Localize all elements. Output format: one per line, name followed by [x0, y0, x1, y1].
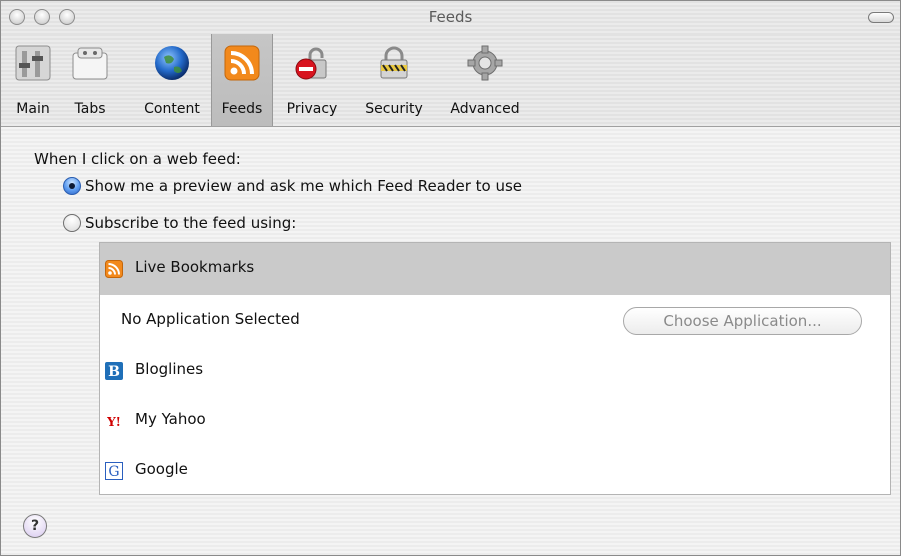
- svg-text:B: B: [108, 364, 120, 380]
- radio-subscribe-label: Subscribe to the feed using:: [85, 214, 297, 232]
- window-title: Feeds: [428, 8, 473, 26]
- radio-preview-label: Show me a preview and ask me which Feed …: [85, 177, 523, 195]
- tab-feeds-label: Feeds: [221, 101, 263, 117]
- google-icon: G: [105, 462, 123, 480]
- tab-advanced[interactable]: Advanced: [442, 34, 528, 126]
- switch-icon: [15, 45, 51, 81]
- tab-main-label: Main: [16, 101, 50, 117]
- list-item-no-application[interactable]: No Application Selected Choose Applicati…: [100, 295, 890, 345]
- list-item-bloglines[interactable]: B Bloglines: [100, 345, 890, 395]
- yahoo-icon: Y!: [106, 415, 121, 429]
- svg-text:Y!: Y!: [106, 415, 121, 429]
- tab-tabs-label: Tabs: [74, 101, 106, 117]
- preferences-toolbar: Main Tabs Content Feeds Privacy Security…: [1, 34, 900, 127]
- list-item-live-bookmarks[interactable]: Live Bookmarks: [100, 243, 890, 295]
- bloglines-icon: B: [105, 362, 123, 380]
- help-button[interactable]: ?: [23, 514, 47, 538]
- list-item-google[interactable]: G Google: [100, 445, 890, 495]
- help-question-icon: ?: [30, 518, 40, 534]
- toolbar-toggle-button[interactable]: [868, 12, 894, 23]
- rss-icon: [105, 260, 123, 278]
- preferences-window: Feeds Main Tabs Content Feeds Privacy Se…: [0, 0, 901, 556]
- list-item-label: Google: [135, 460, 188, 478]
- globe-icon: [155, 46, 189, 80]
- feeds-pane: When I click on a web feed: Show me a pr…: [1, 127, 900, 555]
- list-item-label: My Yahoo: [135, 410, 206, 428]
- feed-reader-list[interactable]: Live Bookmarks No Application Selected C…: [99, 242, 891, 495]
- gear-icon: [467, 45, 503, 81]
- rss-icon: [224, 45, 260, 81]
- tab-privacy-label: Privacy: [286, 101, 338, 117]
- tab-security[interactable]: Security: [356, 34, 432, 126]
- tab-advanced-label: Advanced: [450, 101, 520, 117]
- tab-feeds[interactable]: Feeds: [211, 34, 273, 126]
- svg-text:G: G: [108, 464, 119, 480]
- radio-preview-option[interactable]: Show me a preview and ask me which Feed …: [63, 177, 522, 195]
- padlock-icon: [380, 46, 408, 79]
- privacy-lock-icon: [295, 47, 327, 80]
- radio-button-checked[interactable]: [63, 177, 81, 195]
- list-item-my-yahoo[interactable]: Y! My Yahoo: [100, 395, 890, 445]
- tab-content-label: Content: [144, 101, 200, 117]
- title-bar: Feeds: [1, 1, 900, 34]
- list-item-label: Live Bookmarks: [135, 258, 255, 276]
- feed-action-heading: When I click on a web feed:: [34, 150, 241, 168]
- radio-button-unchecked[interactable]: [63, 214, 81, 232]
- tab-privacy[interactable]: Privacy: [279, 34, 345, 126]
- tab-security-label: Security: [365, 101, 423, 117]
- tab-content[interactable]: Content: [134, 34, 210, 126]
- radio-subscribe-option[interactable]: Subscribe to the feed using:: [63, 214, 296, 232]
- tabs-icon: [72, 47, 108, 80]
- tab-main[interactable]: Main: [3, 34, 63, 126]
- list-item-label: No Application Selected: [121, 310, 300, 328]
- choose-application-button[interactable]: Choose Application...: [623, 307, 862, 335]
- tab-tabs[interactable]: Tabs: [63, 34, 117, 126]
- list-item-label: Bloglines: [135, 360, 204, 378]
